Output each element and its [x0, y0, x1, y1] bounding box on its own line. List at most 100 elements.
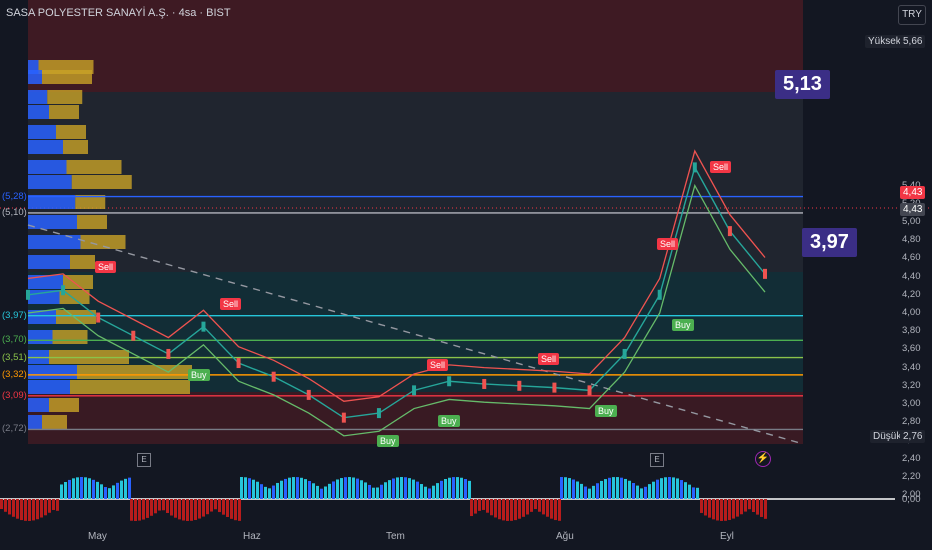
- last-price-badge-2: 4,43: [900, 203, 926, 216]
- sell-signal: Sell: [538, 353, 560, 366]
- oscillator-bar: [92, 479, 95, 499]
- oscillator-bar: [76, 477, 79, 499]
- oscillator-bar: [700, 499, 703, 513]
- price-point: [482, 378, 487, 389]
- oscillator-bar: [320, 488, 323, 499]
- oscillator-bar: [764, 499, 767, 519]
- high-label: Yüksek: [865, 35, 904, 48]
- oscillator-bar: [68, 479, 71, 499]
- last-price-badge: 4,43: [900, 186, 926, 199]
- oscillator-bar: [388, 480, 391, 499]
- oscillator-bar: [534, 499, 537, 510]
- oscillator-bar: [502, 499, 505, 521]
- profile-bar-blue: [28, 365, 77, 379]
- oscillator-bar: [396, 477, 399, 499]
- oscillator-bar: [218, 499, 221, 513]
- oscillator-bar: [482, 499, 485, 510]
- price-point: [692, 162, 697, 173]
- oscillator-bar: [120, 480, 123, 499]
- y-tick-label: 2,40: [902, 452, 921, 464]
- buy-signal: Buy: [188, 369, 210, 382]
- oscillator-bar: [380, 484, 383, 499]
- oscillator-bar: [416, 481, 419, 499]
- price-point: [622, 348, 627, 359]
- oscillator-bar: [214, 499, 217, 510]
- oscillator-bar: [28, 499, 31, 521]
- oscillator-bar: [464, 479, 467, 499]
- profile-bar-blue: [28, 380, 70, 394]
- price-point: [587, 385, 592, 396]
- oscillator-bar: [584, 486, 587, 499]
- level-label: (3,70): [2, 334, 27, 346]
- oscillator-bar: [134, 499, 137, 521]
- y-tick-label: 3,00: [902, 398, 921, 409]
- oscillator-bar: [64, 481, 67, 499]
- lightning-icon[interactable]: ⚡: [755, 451, 771, 467]
- oscillator-bar: [56, 499, 59, 511]
- oscillator-bar: [170, 499, 173, 516]
- oscillator-bar: [248, 478, 251, 499]
- currency-button[interactable]: TRY: [898, 5, 926, 25]
- x-tick-label: Eyl: [720, 531, 734, 542]
- oscillator-bar: [526, 499, 529, 515]
- level-label: (5,28): [2, 190, 27, 202]
- profile-bar-gold: [70, 255, 95, 269]
- profile-bar-blue: [28, 235, 81, 249]
- oscillator-bar: [672, 477, 675, 499]
- oscillator-bar: [48, 499, 51, 513]
- oscillator-bar: [292, 477, 295, 499]
- y-tick-label: 3,80: [902, 325, 921, 337]
- oscillator-bar: [696, 487, 699, 499]
- oscillator-bar: [632, 483, 635, 499]
- oscillator-bar: [498, 499, 501, 520]
- oscillator-bar: [604, 479, 607, 499]
- oscillator-bar: [288, 477, 291, 499]
- level-label: (3,09): [2, 389, 27, 401]
- oscillator-bar: [440, 480, 443, 499]
- oscillator-bar: [234, 499, 237, 521]
- oscillator-bar: [448, 477, 451, 499]
- oscillator-bar: [360, 480, 363, 499]
- oscillator-bar: [146, 499, 149, 518]
- oscillator-bar: [304, 479, 307, 499]
- level-label: (5,10): [2, 206, 27, 218]
- oscillator-bar: [444, 479, 447, 499]
- price-point: [131, 330, 136, 341]
- price-point: [201, 321, 206, 332]
- sell-signal: Sell: [220, 297, 242, 310]
- oscillator-bar: [640, 488, 643, 499]
- oscillator-bar: [692, 487, 695, 499]
- oscillator-bar: [612, 477, 615, 499]
- y-tick-label: 3,20: [902, 379, 921, 391]
- oscillator-bar: [230, 499, 233, 519]
- oscillator-bar: [412, 479, 415, 499]
- event-marker-1[interactable]: E: [137, 453, 151, 467]
- high-value: 5,66: [900, 35, 926, 48]
- oscillator-bar: [16, 499, 19, 519]
- price-point: [412, 385, 417, 396]
- oscillator-bar: [568, 478, 571, 499]
- oscillator-bar: [138, 499, 141, 521]
- y-tick-label: 5,00: [902, 216, 921, 227]
- oscillator-bar: [296, 477, 299, 499]
- event-marker-2[interactable]: E: [650, 453, 664, 467]
- oscillator-bar: [340, 478, 343, 499]
- oscillator-bar: [728, 499, 731, 520]
- oscillator-bar: [748, 499, 751, 510]
- oscillator-bar: [88, 478, 91, 499]
- profile-bar-blue: [28, 255, 70, 269]
- oscillator-bar: [252, 479, 255, 499]
- oscillator-bar: [260, 484, 263, 499]
- y-tick-label: 4,00: [902, 307, 921, 318]
- oscillator-zero-label: 0,00: [902, 494, 921, 505]
- oscillator-bar: [530, 499, 533, 512]
- oscillator-bar: [312, 483, 315, 499]
- oscillator-bar: [664, 477, 667, 499]
- oscillator-bar: [4, 499, 7, 512]
- oscillator-bar: [52, 499, 55, 510]
- oscillator-bar: [96, 481, 99, 499]
- oscillator-bar: [588, 488, 591, 499]
- oscillator-bar: [668, 477, 671, 499]
- oscillator-bar: [572, 479, 575, 499]
- oscillator-bar: [628, 480, 631, 499]
